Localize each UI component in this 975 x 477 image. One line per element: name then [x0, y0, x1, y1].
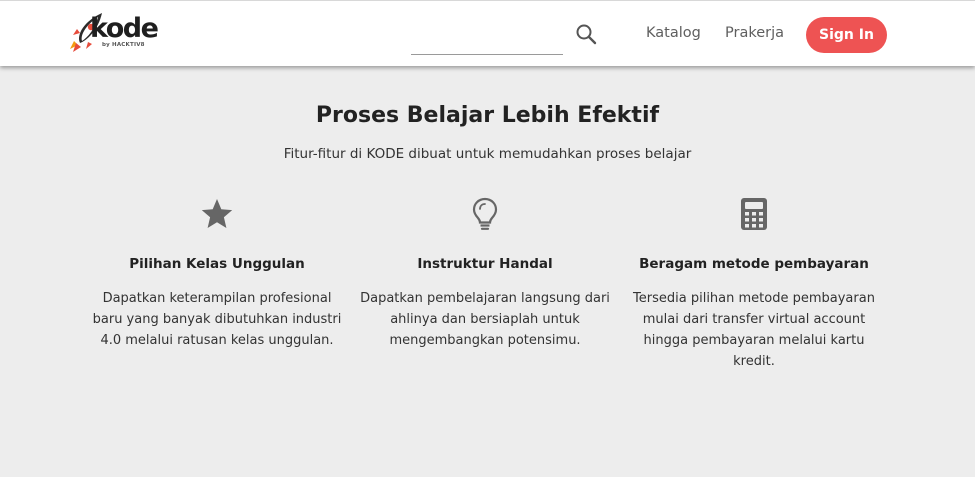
feature-title: Beragam metode pembayaran	[639, 256, 869, 272]
feature-card-metode-pembayaran: Beragam metode pembayaran Tersedia pilih…	[629, 196, 879, 372]
nav-link-prakerja[interactable]: Prakerja	[725, 25, 784, 41]
search-input[interactable]	[411, 23, 563, 55]
logo-tagline: by HACKTIV8	[102, 42, 145, 48]
feature-description: Dapatkan keterampilan profesional baru y…	[92, 291, 342, 348]
search-icon	[576, 24, 597, 45]
search-button[interactable]	[574, 22, 600, 48]
feature-description: Tersedia pilihan metode pembayaran mulai…	[633, 291, 875, 369]
kode-logo[interactable]: kode by HACKTIV8	[68, 11, 168, 55]
section-subtitle: Fitur-fitur di KODE dibuat untuk memudah…	[283, 146, 692, 162]
nav-link-katalog[interactable]: Katalog	[646, 25, 701, 41]
logo-wordmark: kode	[90, 13, 159, 44]
feature-card-instruktur-handal: Instruktur Handal Dapatkan pembelajaran …	[360, 196, 610, 351]
feature-card-kelas-unggulan: Pilihan Kelas Unggulan Dapatkan keteramp…	[92, 196, 342, 351]
feature-title: Instruktur Handal	[417, 256, 553, 272]
calculator-icon	[741, 198, 767, 230]
lightbulb-icon	[472, 197, 498, 230]
feature-title: Pilihan Kelas Unggulan	[129, 256, 305, 272]
star-icon	[201, 199, 233, 228]
section-title: Proses Belajar Lebih Efektif	[315, 103, 660, 128]
sign-in-button[interactable]: Sign In	[806, 17, 887, 53]
feature-description: Dapatkan pembelajaran langsung dari ahli…	[360, 291, 610, 348]
navbar: kode by HACKTIV8 Katalog Prakerja Sign I…	[0, 0, 975, 66]
